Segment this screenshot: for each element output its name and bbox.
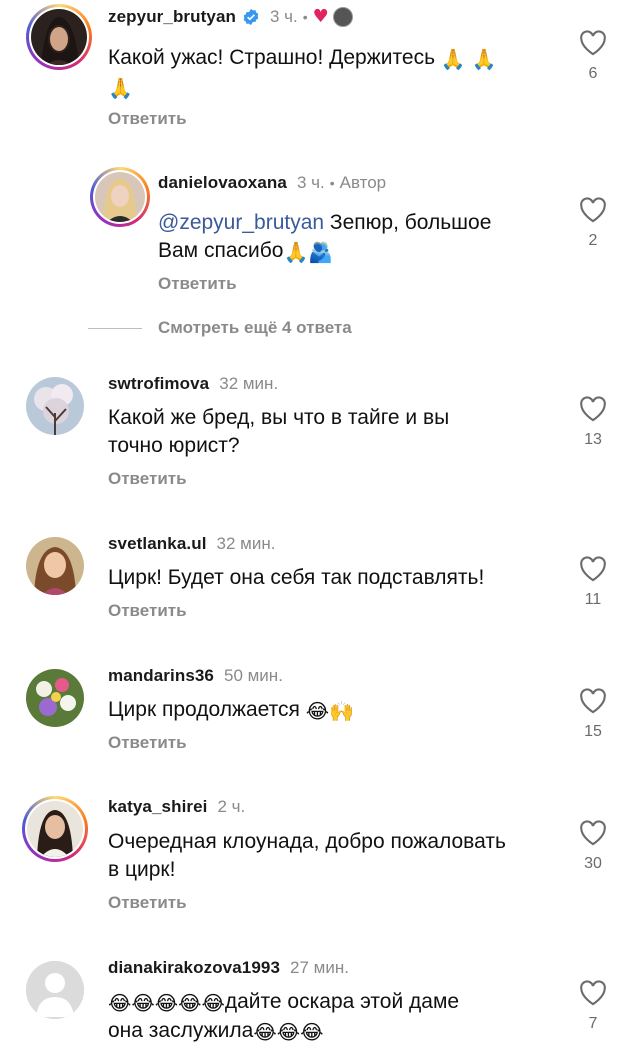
like-count: 13 [584,431,602,448]
timestamp: 3 ч. [270,6,298,26]
timestamp: 2 ч. [217,797,246,816]
timestamp: 32 мин. [216,534,276,553]
hug-emoji-icon: 🫂 [308,240,334,264]
username[interactable]: swtrofimova [108,374,209,394]
heart-outline-icon[interactable] [579,30,607,56]
username[interactable]: dianakirakozova1993 [108,958,280,978]
pray-emoji-icon: 🙏 [440,47,466,71]
comment-text: @zepyur_brutyan Зепюр, большое Вам спаси… [158,211,492,264]
laughing-emoji-icon: 😂 [300,1020,324,1044]
comment-text: Очередная клоунада, добро пожаловать в ц… [108,830,506,881]
comment-text: Какой ужас! Страшно! Держитесь 🙏 🙏 🙏 [108,46,497,100]
heart-outline-icon[interactable] [579,197,607,223]
reply-button[interactable]: Ответить [108,601,187,621]
comment-text: Цирк! Будет она себя так подставлять! [108,566,485,589]
avatar-story-ring[interactable] [90,167,150,227]
heart-outline-icon[interactable] [579,688,607,714]
heart-filled-icon: ♥ [312,6,329,27]
author-label: Автор [339,173,387,192]
raised-hands-emoji-icon: 🙌 [329,699,355,723]
like-control[interactable]: 15 [578,688,608,741]
timestamp: 32 мин. [219,374,279,393]
username[interactable]: danielovaoxana [158,173,287,193]
timestamp: 3 ч. [296,173,325,192]
like-control[interactable]: 13 [578,396,608,449]
laughing-emoji-icon: 😂 [108,991,132,1015]
pray-emoji-icon: 🙏 [283,240,309,264]
view-more-replies-button[interactable]: Смотреть ещё 4 ответа [158,318,352,338]
like-control[interactable]: 7 [578,980,608,1033]
avatar-story-ring[interactable] [22,796,88,862]
more-replies-divider [88,328,142,329]
laughing-emoji-icon: 😂 [276,1020,301,1044]
laughing-emoji-icon: 😂 [154,991,179,1015]
avatar [95,172,145,222]
laughing-emoji-icon: 😂 [305,699,330,723]
like-count: 11 [584,591,602,608]
default-avatar-icon[interactable] [26,961,84,1019]
separator-dot: • [329,175,335,191]
reply-button[interactable]: Ответить [108,733,187,753]
reply-button[interactable]: Ответить [158,274,237,294]
comment-text: 😂😂😂😂😂дайте оскара этой даме она заслужил… [108,990,460,1044]
pray-emoji-icon: 🙏 [108,76,133,100]
author-avatar-small [332,6,353,27]
like-control[interactable]: 30 [578,820,608,873]
like-count: 30 [584,855,602,872]
heart-outline-icon[interactable] [579,396,607,422]
heart-outline-icon[interactable] [579,820,607,846]
laughing-emoji-icon: 😂 [253,1020,277,1044]
username[interactable]: mandarins36 [108,666,214,686]
avatar-story-ring[interactable] [26,4,92,70]
like-control[interactable]: 2 [578,197,608,250]
comment-text: Какой же бред, вы что в тайге и вы точно… [108,406,450,457]
heart-outline-icon[interactable] [579,556,607,582]
avatar [27,801,83,857]
reply-button[interactable]: Ответить [108,469,187,489]
pray-emoji-icon: 🙏 [471,47,497,71]
username[interactable]: svetlanka.ul [108,534,207,554]
timestamp: 50 мин. [223,666,283,685]
avatar[interactable] [26,377,84,435]
mention-link[interactable]: @zepyur_brutyan [158,211,324,234]
avatar[interactable] [26,537,84,595]
laughing-emoji-icon: 😂 [178,991,202,1015]
separator-dot: • [302,8,308,25]
like-control[interactable]: 6 [578,30,608,83]
reply-button[interactable]: Ответить [108,109,187,129]
avatar [31,9,87,65]
like-control[interactable]: 11 [578,556,608,609]
laughing-emoji-icon: 😂 [201,991,225,1015]
avatar[interactable] [26,669,84,727]
username[interactable]: zepyur_brutyan [108,7,236,27]
like-count: 2 [588,232,598,249]
username[interactable]: katya_shirei [108,797,208,817]
laughing-emoji-icon: 😂 [131,991,155,1015]
like-count: 6 [588,65,598,82]
comment-text: Цирк продолжается 😂🙌 [108,698,355,723]
like-count: 15 [584,723,602,740]
like-count: 7 [588,1015,598,1032]
reply-button[interactable]: Ответить [108,893,187,913]
timestamp: 27 мин. [290,958,349,977]
verified-badge-icon [243,8,259,25]
heart-outline-icon[interactable] [579,980,607,1006]
